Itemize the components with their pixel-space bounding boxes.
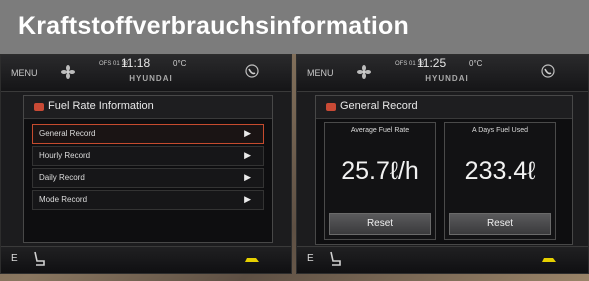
reset-days-button[interactable]: Reset xyxy=(449,213,551,235)
menu-item-mode-record[interactable]: Mode Record ▶ xyxy=(32,190,264,210)
menu-item-label: Daily Record xyxy=(39,173,85,182)
brand-label: HYUNDAI xyxy=(425,74,469,83)
menu-item-label: Mode Record xyxy=(39,195,88,204)
panel-title: Fuel Rate Information xyxy=(48,100,154,112)
seat-icon[interactable] xyxy=(31,250,47,268)
fan-icon[interactable] xyxy=(357,65,371,79)
menu-list: General Record ▶ Hourly Record ▶ Daily R… xyxy=(32,124,264,212)
bottom-bar: E xyxy=(297,246,588,273)
menu-button[interactable]: MENU xyxy=(307,68,334,78)
right-screen: MENU OFS 01 18 11:25 0°C HYUNDAI General… xyxy=(296,54,589,274)
average-fuel-rate-value: 25.7ℓ/h xyxy=(341,157,419,185)
temperature-label: 0°C xyxy=(173,59,187,68)
card-label: A Days Fuel Used xyxy=(471,127,529,134)
menu-item-daily-record[interactable]: Daily Record ▶ xyxy=(32,168,264,188)
car-icon xyxy=(542,258,556,262)
phone-icon[interactable] xyxy=(245,64,259,78)
menu-item-label: Hourly Record xyxy=(39,151,91,160)
panel-title: General Record xyxy=(340,100,418,112)
arrow-right-icon: ▶ xyxy=(244,172,251,182)
menu-item-label: General Record xyxy=(39,129,96,138)
status-bar: MENU OFS 01 18 11:18 0°C HYUNDAI xyxy=(1,55,291,92)
panel-header: Fuel Rate Information xyxy=(24,96,272,119)
fan-icon[interactable] xyxy=(61,65,75,79)
phone-icon[interactable] xyxy=(541,64,555,78)
general-record-panel: General Record Average Fuel Rate 25.7ℓ/h… xyxy=(315,95,573,245)
average-fuel-rate-card: Average Fuel Rate 25.7ℓ/h Reset xyxy=(324,122,436,240)
panel-header: General Record xyxy=(316,96,572,119)
e-label: E xyxy=(11,253,18,264)
arrow-right-icon: ▶ xyxy=(244,128,251,138)
fuel-pump-icon xyxy=(34,103,44,111)
fuel-rate-panel: Fuel Rate Information General Record ▶ H… xyxy=(23,95,273,243)
reset-average-button[interactable]: Reset xyxy=(329,213,431,235)
menu-item-general-record[interactable]: General Record ▶ xyxy=(32,124,264,144)
banner: Kraftstoffverbrauchsinformation xyxy=(0,0,589,54)
days-fuel-used-value: 233.4ℓ xyxy=(464,157,536,185)
car-icon xyxy=(245,258,259,262)
bottom-bar: E xyxy=(1,246,291,273)
clock-time: 11:18 xyxy=(121,56,151,70)
menu-button[interactable]: MENU xyxy=(11,68,38,78)
temperature-label: 0°C xyxy=(469,59,483,68)
e-label: E xyxy=(307,253,314,264)
fuel-pump-icon xyxy=(326,103,336,111)
arrow-right-icon: ▶ xyxy=(244,194,251,204)
menu-item-hourly-record[interactable]: Hourly Record ▶ xyxy=(32,146,264,166)
seat-icon[interactable] xyxy=(327,250,343,268)
brand-label: HYUNDAI xyxy=(129,74,173,83)
banner-title: Kraftstoffverbrauchsinformation xyxy=(18,12,409,40)
days-fuel-used-card: A Days Fuel Used 233.4ℓ Reset xyxy=(444,122,556,240)
left-screen: MENU OFS 01 18 11:18 0°C HYUNDAI Fuel Ra… xyxy=(0,54,292,274)
status-bar: MENU OFS 01 18 11:25 0°C HYUNDAI xyxy=(297,55,588,92)
arrow-right-icon: ▶ xyxy=(244,150,251,160)
card-label: Average Fuel Rate xyxy=(350,127,410,134)
clock-time: 11:25 xyxy=(417,56,447,70)
